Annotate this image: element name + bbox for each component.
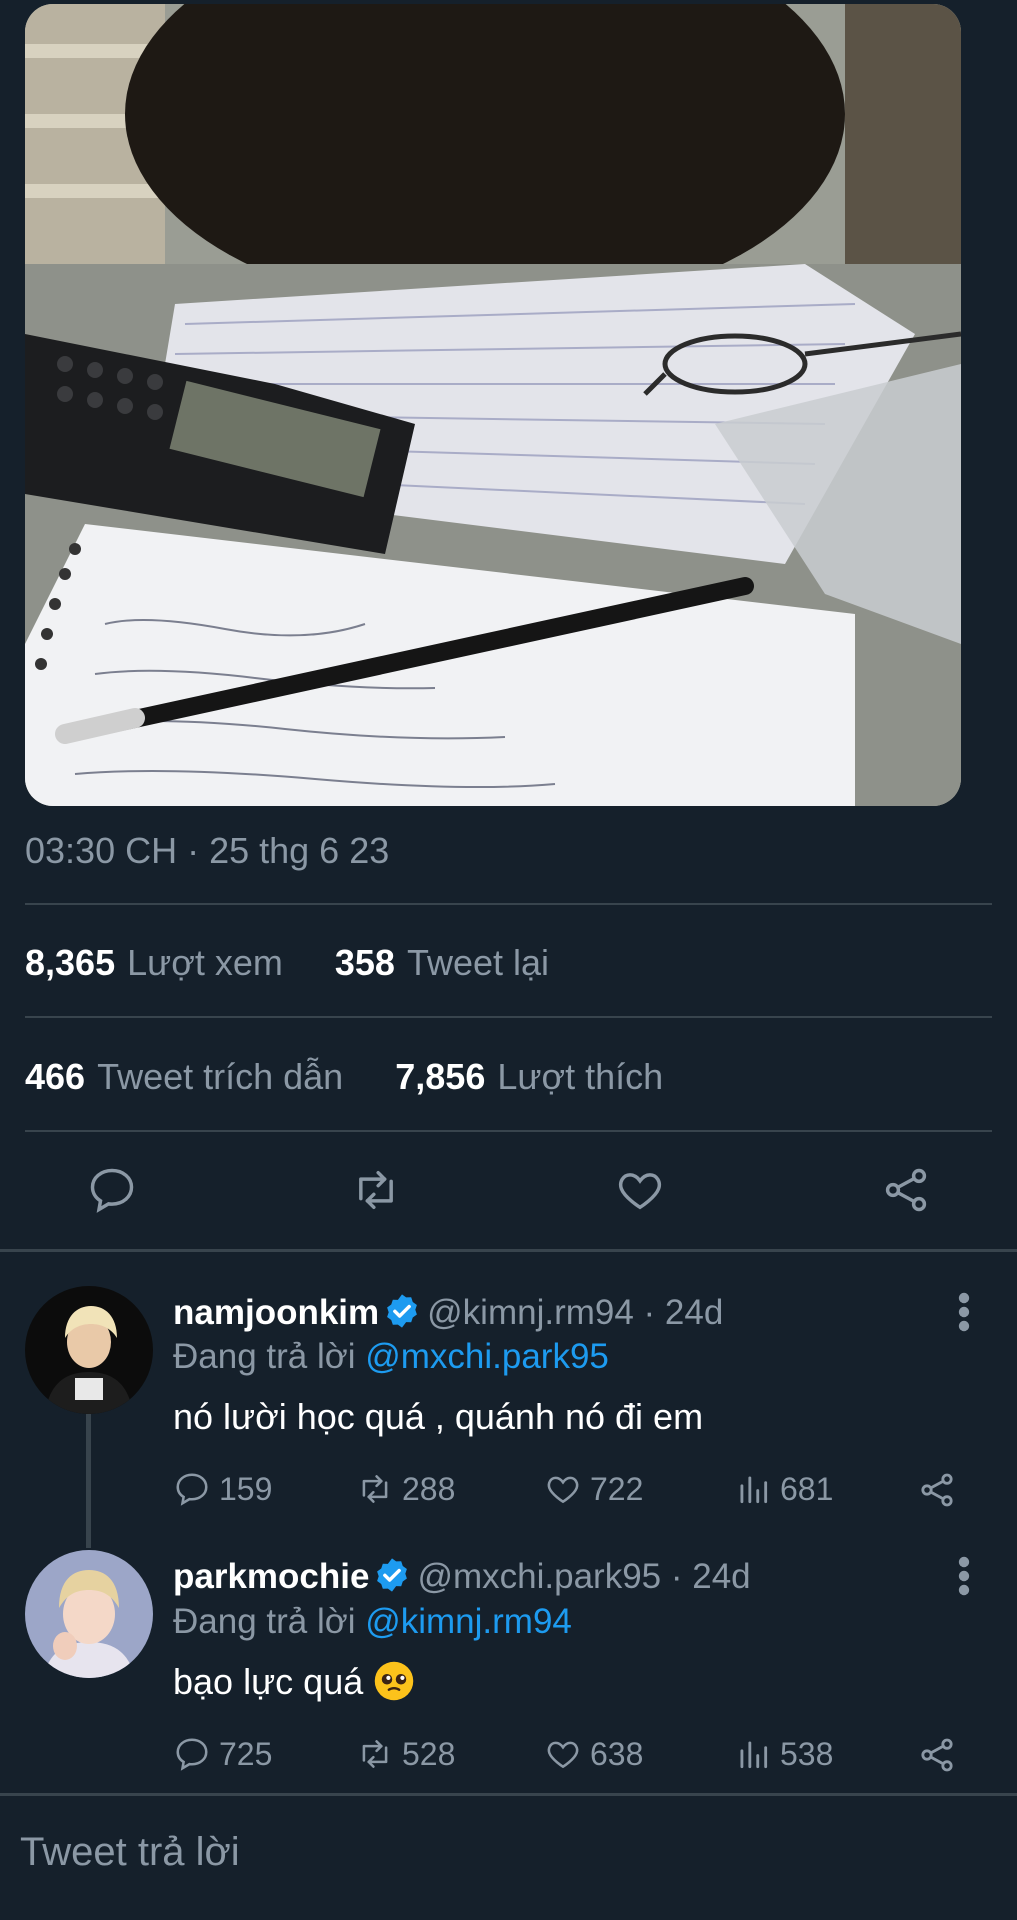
reply-count: 159 [219,1470,273,1507]
verified-icon [383,1292,421,1330]
avatar[interactable] [25,1550,153,1678]
share-icon[interactable] [917,1735,957,1775]
like-count-button[interactable]: 638 [544,1735,643,1773]
display-name[interactable]: namjoonkim [173,1293,379,1332]
like-icon [547,1476,579,1504]
share-button[interactable] [880,1164,932,1216]
section-divider [0,1249,1017,1252]
reply-text-content: bạo lực quá [173,1661,364,1702]
views-icon [740,1741,768,1769]
quotes-count: 466 [25,1056,86,1097]
likes-stat[interactable]: 7,856 Lượt thích [395,1056,663,1097]
views-count-button[interactable]: 538 [734,1735,833,1773]
user-handle[interactable]: @kimnj.rm94 [427,1293,634,1332]
replying-to-label: Đang trả lời [173,1337,356,1376]
retweet-count-button[interactable]: 288 [356,1470,455,1508]
like-button[interactable] [614,1164,666,1216]
more-options-icon[interactable] [954,1556,974,1596]
views-icon [740,1476,768,1504]
more-options-icon[interactable] [954,1292,974,1332]
reply-count-button[interactable]: 725 [173,1735,272,1773]
reply-age: 24d [692,1557,751,1596]
like-count: 722 [590,1470,644,1507]
reply-age: 24d [664,1293,724,1332]
replying-to: Đang trả lời @kimnj.rm94 [173,1602,572,1642]
retweet-count-button[interactable]: 528 [356,1735,455,1773]
quotes-stat[interactable]: 466 Tweet trích dẫn [25,1056,353,1097]
user-handle[interactable]: @mxchi.park95 [417,1557,661,1596]
reply-count: 725 [219,1735,273,1772]
display-name[interactable]: parkmochie [173,1557,369,1596]
retweet-count: 288 [402,1470,456,1507]
retweet-icon [359,1170,393,1210]
divider [25,903,992,905]
stats-row-1: 8,365 Lượt xem 358 Tweet lại [25,942,549,984]
reply-text: bạo lực quá [173,1660,415,1703]
retweet-button[interactable] [350,1164,402,1216]
reply-compose-input[interactable]: Tweet trả lời [20,1830,240,1875]
avatar[interactable] [25,1286,153,1414]
verified-icon [373,1556,411,1594]
likes-count: 7,856 [395,1056,486,1097]
likes-label: Lượt thích [497,1056,664,1097]
retweets-label: Tweet lại [406,942,550,983]
retweet-icon [362,1475,388,1503]
like-count: 638 [590,1735,644,1772]
retweet-count: 528 [402,1735,456,1772]
divider [25,1130,992,1132]
retweet-icon [362,1740,388,1768]
replying-to-label: Đang trả lời [173,1602,356,1641]
views-count: 538 [780,1735,834,1772]
section-divider [0,1793,1017,1796]
views-count: 8,365 [25,942,116,983]
views-count-button[interactable]: 681 [734,1470,833,1508]
stats-row-2: 466 Tweet trích dẫn 7,856 Lượt thích [25,1056,663,1098]
views-count: 681 [780,1470,834,1507]
reply-icon [90,1168,134,1213]
like-count-button[interactable]: 722 [544,1470,643,1508]
retweets-count: 358 [334,942,395,983]
mention-link[interactable]: @kimnj.rm94 [365,1602,572,1641]
reply-header: parkmochie @mxchi.park95 · 24d [173,1556,751,1596]
reply-icon [176,1738,208,1771]
views-stat[interactable]: 8,365 Lượt xem [25,942,293,983]
replying-to: Đang trả lời @mxchi.park95 [173,1337,609,1377]
share-icon [885,1168,927,1212]
reply-icon [176,1473,208,1506]
tweet-photo[interactable] [25,4,961,806]
reply-header: namjoonkim @kimnj.rm94 · 24d [173,1292,724,1332]
share-icon[interactable] [917,1470,957,1510]
quotes-label: Tweet trích dẫn [97,1056,344,1097]
thread-line [86,1414,91,1548]
like-icon [547,1741,579,1769]
reply-text: nó lười học quá , quánh nó đi em [173,1396,704,1437]
views-label: Lượt xem [127,942,283,983]
divider [25,1016,992,1018]
tweet-timestamp: 03:30 CH · 25 thg 6 23 [25,830,390,871]
retweets-stat[interactable]: 358 Tweet lại [335,942,549,983]
reply-button[interactable] [86,1164,138,1216]
like-icon [619,1173,661,1210]
mention-link[interactable]: @mxchi.park95 [365,1337,609,1376]
pleading-face-emoji-icon [375,1661,414,1701]
reply-count-button[interactable]: 159 [173,1470,272,1508]
